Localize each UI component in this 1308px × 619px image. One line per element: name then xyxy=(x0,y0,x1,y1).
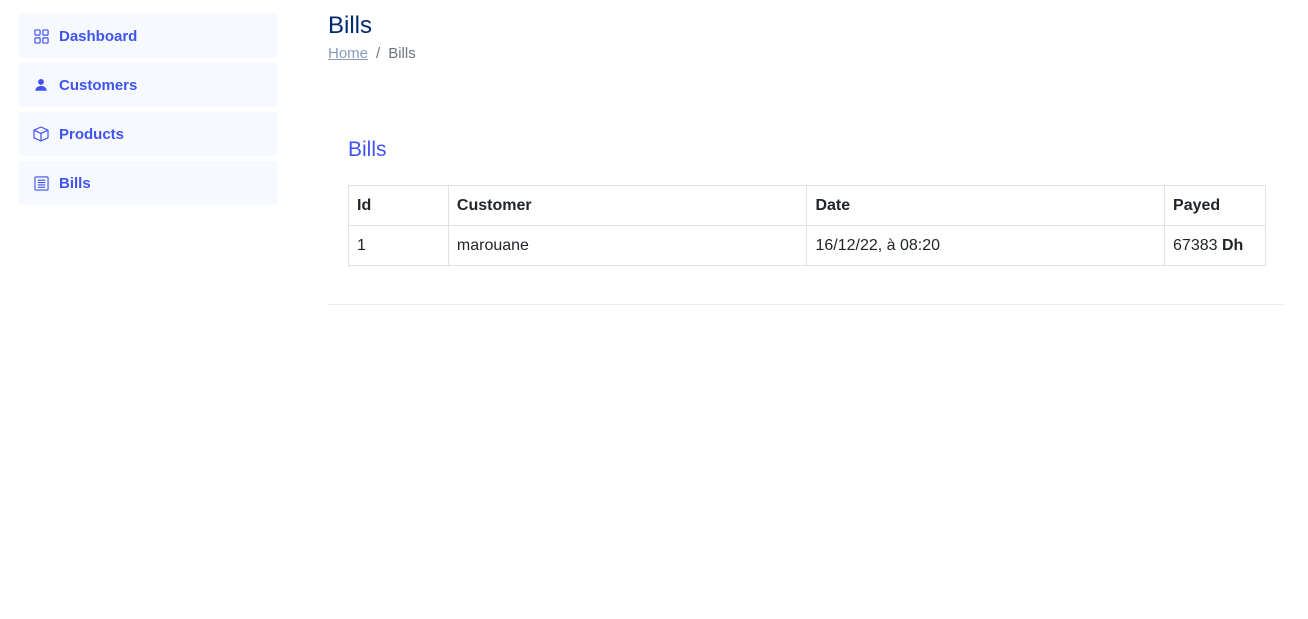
grid-icon xyxy=(33,28,49,44)
cell-customer: marouane xyxy=(447,225,808,266)
layout-text-icon xyxy=(33,175,49,191)
breadcrumb-current: Bills xyxy=(388,45,416,62)
cell-date: 16/12/22, à 08:20 xyxy=(806,225,1166,266)
table-header-row: Id Customer Date Payed xyxy=(348,185,1266,226)
column-header-date: Date xyxy=(806,185,1166,226)
table-row: 1 marouane 16/12/22, à 08:20 67383 Dh xyxy=(348,225,1266,266)
sidebar-item-label: Products xyxy=(59,125,125,143)
breadcrumb: Home / Bills xyxy=(328,45,416,62)
card-divider xyxy=(328,304,1285,305)
payed-currency: Dh xyxy=(1221,236,1244,254)
card-title: Bills xyxy=(348,138,387,161)
cell-payed: 67383 Dh xyxy=(1164,225,1266,266)
sidebar-item-label: Customers xyxy=(59,76,138,94)
main-content: Bills Home / Bills Bills Id Customer Dat… xyxy=(298,0,1308,619)
sidebar-item-label: Bills xyxy=(59,174,91,192)
column-header-customer: Customer xyxy=(447,185,808,226)
sidebar: Dashboard Customers Products Bills xyxy=(0,0,298,619)
bills-table: Id Customer Date Payed 1 marouane 16/12/… xyxy=(348,185,1266,266)
breadcrumb-separator: / xyxy=(376,45,381,62)
breadcrumb-home-link[interactable]: Home xyxy=(328,45,368,62)
cell-id: 1 xyxy=(348,225,449,266)
box-icon xyxy=(33,126,49,142)
column-header-id: Id xyxy=(348,185,449,226)
sidebar-item-customers[interactable]: Customers xyxy=(18,63,278,107)
person-icon xyxy=(33,77,49,93)
sidebar-item-bills[interactable]: Bills xyxy=(18,161,278,205)
column-header-payed: Payed xyxy=(1164,185,1266,226)
page-title: Bills xyxy=(328,12,373,39)
sidebar-item-dashboard[interactable]: Dashboard xyxy=(18,14,278,58)
payed-amount: 67383 xyxy=(1173,236,1218,254)
sidebar-item-label: Dashboard xyxy=(59,27,138,45)
sidebar-item-products[interactable]: Products xyxy=(18,112,278,156)
